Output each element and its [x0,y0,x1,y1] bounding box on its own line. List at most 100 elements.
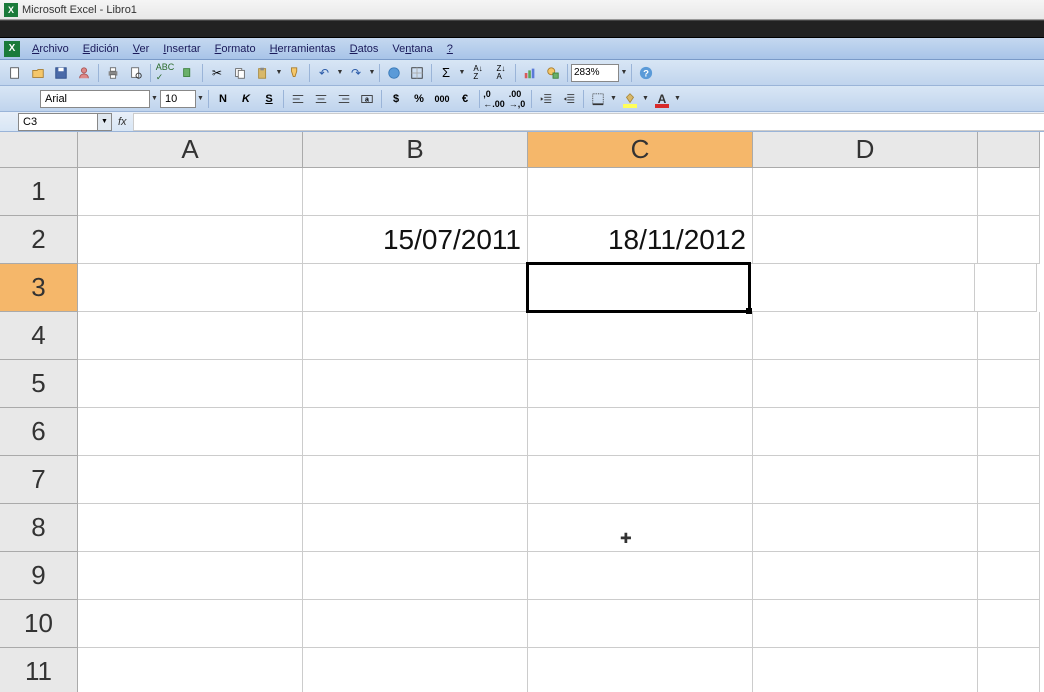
cell-e10[interactable] [978,600,1040,648]
percent-button[interactable]: % [408,88,430,110]
print-button[interactable] [102,62,124,84]
menu-formato[interactable]: Formato [209,41,262,57]
row-header-6[interactable]: 6 [0,408,78,456]
new-button[interactable] [4,62,26,84]
cell-e5[interactable] [978,360,1040,408]
cell-a6[interactable] [78,408,303,456]
cell-d9[interactable] [753,552,978,600]
sort-desc-button[interactable]: Z↓A [490,62,512,84]
cell-c11[interactable] [528,648,753,692]
cell-d3[interactable] [750,264,975,312]
currency-button[interactable]: $ [385,88,407,110]
cell-a5[interactable] [78,360,303,408]
cell-c4[interactable] [528,312,753,360]
cell-a1[interactable] [78,168,303,216]
chart-wizard-button[interactable] [519,62,541,84]
cell-e1[interactable] [978,168,1040,216]
cell-c7[interactable] [528,456,753,504]
hyperlink-button[interactable] [383,62,405,84]
fx-icon[interactable]: fx [118,116,127,128]
cell-d5[interactable] [753,360,978,408]
cell-d2[interactable] [753,216,978,264]
cell-b9[interactable] [303,552,528,600]
cell-b5[interactable] [303,360,528,408]
formula-input[interactable] [133,113,1044,131]
merge-center-button[interactable]: a [356,88,378,110]
cell-e3[interactable] [975,264,1037,312]
fill-color-button[interactable] [619,88,641,110]
cell-e9[interactable] [978,552,1040,600]
cell-a11[interactable] [78,648,303,692]
underline-button[interactable]: S [258,88,280,110]
fill-color-dropdown[interactable]: ▼ [642,95,650,102]
font-size-dropdown[interactable]: ▼ [197,95,205,102]
row-header-5[interactable]: 5 [0,360,78,408]
cell-b8[interactable] [303,504,528,552]
thousands-button[interactable]: 000 [431,88,453,110]
cell-e4[interactable] [978,312,1040,360]
research-button[interactable] [177,62,199,84]
cell-b6[interactable] [303,408,528,456]
format-painter-button[interactable] [284,62,306,84]
cell-c1[interactable] [528,168,753,216]
cell-d4[interactable] [753,312,978,360]
font-color-dropdown[interactable]: ▼ [674,95,682,102]
font-color-button[interactable]: A [651,88,673,110]
row-header-8[interactable]: 8 [0,504,78,552]
cell-b7[interactable] [303,456,528,504]
copy-button[interactable] [229,62,251,84]
menu-ver[interactable]: Ver [127,41,156,57]
zoom-dropdown[interactable]: ▼ [620,69,628,76]
menu-herramientas[interactable]: Herramientas [264,41,342,57]
open-button[interactable] [27,62,49,84]
save-button[interactable] [50,62,72,84]
cell-e8[interactable] [978,504,1040,552]
cell-b1[interactable] [303,168,528,216]
cell-c6[interactable] [528,408,753,456]
cell-b10[interactable] [303,600,528,648]
cell-a2[interactable] [78,216,303,264]
col-header-a[interactable]: A [78,132,303,168]
menu-datos[interactable]: Datos [344,41,385,57]
row-header-11[interactable]: 11 [0,648,78,692]
cell-b4[interactable] [303,312,528,360]
row-header-10[interactable]: 10 [0,600,78,648]
menu-archivo[interactable]: Archivo [26,41,75,57]
menu-edicion[interactable]: Edición [77,41,125,57]
cell-b3[interactable] [303,264,528,312]
undo-dropdown[interactable]: ▼ [336,69,344,76]
row-header-4[interactable]: 4 [0,312,78,360]
paste-dropdown[interactable]: ▼ [275,69,283,76]
cell-a3[interactable] [78,264,303,312]
align-right-button[interactable] [333,88,355,110]
border-dropdown[interactable]: ▼ [610,95,618,102]
increase-decimal-button[interactable]: ,0←.00 [483,88,505,110]
cell-e6[interactable] [978,408,1040,456]
cell-a8[interactable] [78,504,303,552]
euro-button[interactable]: € [454,88,476,110]
row-header-9[interactable]: 9 [0,552,78,600]
cell-c3[interactable] [526,262,751,313]
zoom-box[interactable]: 283% [571,64,619,82]
col-header-d[interactable]: D [753,132,978,168]
cell-d11[interactable] [753,648,978,692]
bold-button[interactable]: N [212,88,234,110]
name-box-dropdown[interactable]: ▼ [98,113,112,131]
permission-button[interactable] [73,62,95,84]
font-selector[interactable]: Arial [40,90,150,108]
align-left-button[interactable] [287,88,309,110]
menu-ventana[interactable]: Ventana [386,41,438,57]
row-header-2[interactable]: 2 [0,216,78,264]
font-size-selector[interactable]: 10 [160,90,196,108]
undo-button[interactable]: ↶ [313,62,335,84]
cell-d7[interactable] [753,456,978,504]
cell-a10[interactable] [78,600,303,648]
font-dropdown[interactable]: ▼ [151,95,159,102]
redo-button[interactable]: ↷ [345,62,367,84]
cell-a7[interactable] [78,456,303,504]
menu-help[interactable]: ? [441,41,459,57]
col-header-e[interactable] [978,132,1040,168]
cell-c8[interactable] [528,504,753,552]
cell-a4[interactable] [78,312,303,360]
drawing-button[interactable] [542,62,564,84]
